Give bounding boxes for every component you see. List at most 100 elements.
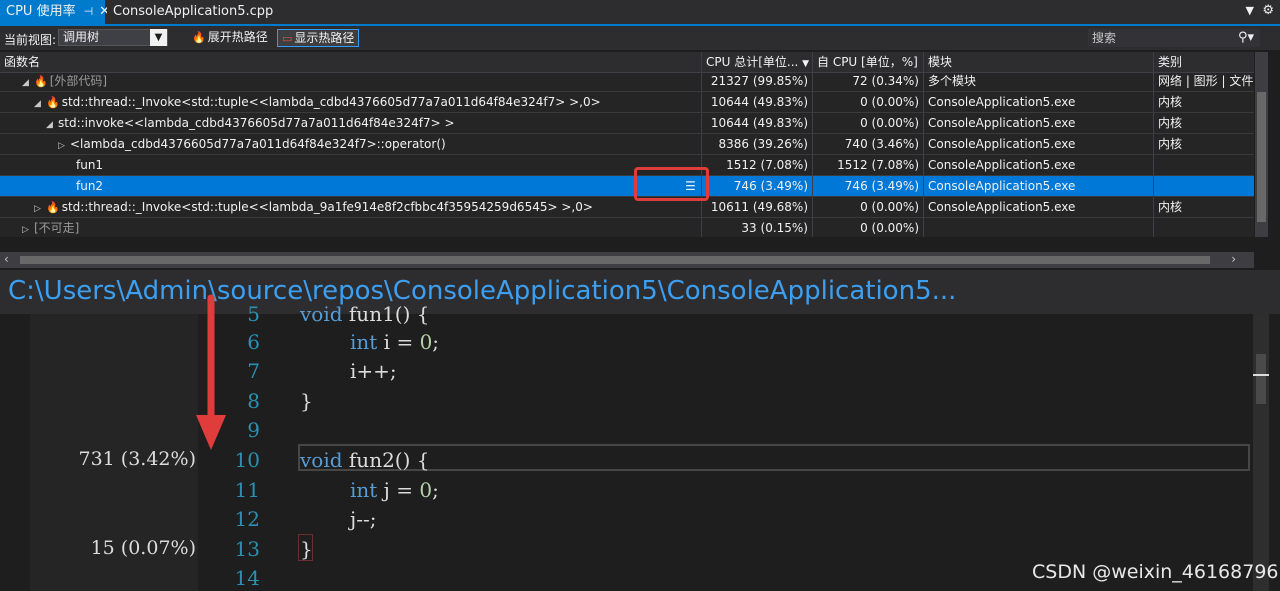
category	[1154, 176, 1254, 196]
current-view-select[interactable]: 调用树 ▼	[58, 29, 168, 46]
flame-icon: 🔥	[46, 96, 60, 109]
self-cpu: 0 (0.00%)	[813, 92, 924, 112]
sort-desc-icon: ▼	[802, 59, 810, 69]
cpu-total: 10644 (49.83%)	[702, 113, 813, 133]
current-line-highlight	[298, 444, 1250, 471]
scrollbar-marker	[1253, 374, 1269, 376]
category: 内核	[1158, 137, 1183, 151]
code-line: int i = 0;	[350, 330, 440, 354]
report-toolbar: 当前视图: 调用树 ▼ 🔥 展开热路径 ▭ 显示热路径 搜索 ⚲▾	[0, 26, 1280, 50]
document-tab-bar: CPU 使用率 ⊣ ✕ ConsoleApplication5.cpp ▼ ⚙	[0, 0, 1280, 26]
flame-icon: 🔥	[46, 201, 60, 214]
table-row[interactable]: ▷ 🔥 std::thread::_Invoke<std::tuple<<lambd…	[0, 197, 1254, 218]
line-number: 12	[234, 507, 260, 531]
table-row[interactable]: ◢ 🔥 [外部代码] 21327 (99.85%) 72 (0.34%) 多个模块 …	[0, 71, 1254, 92]
function-name: std::invoke<<lambda_cdbd4376605d77a7a011…	[58, 116, 455, 130]
scroll-left-icon[interactable]: ‹	[4, 252, 9, 266]
table-row[interactable]: ◢ std::invoke<<lambda_cdbd4376605d77a7a01…	[0, 113, 1254, 134]
code-line: void fun1() {	[300, 302, 430, 326]
flame-icon: 🔥	[34, 75, 48, 88]
function-name: <lambda_cdbd4376605d77a7a011d64f84e324f7…	[70, 137, 446, 151]
cpu-total: 21327 (99.85%)	[702, 71, 813, 91]
line-number: 14	[234, 566, 260, 590]
perf-margin: 731 (3.42%) 15 (0.07%)	[30, 314, 198, 591]
show-hot-path-button[interactable]: ▭ 显示热路径	[277, 29, 360, 47]
gear-icon[interactable]: ⚙	[1262, 3, 1274, 18]
scrollbar-thumb[interactable]	[20, 256, 1210, 264]
line-number: 11	[234, 478, 260, 502]
category: 内核	[1158, 200, 1183, 214]
table-row-selected[interactable]: fun2 ☰ 746 (3.49%) 746 (3.49%) ConsoleAp…	[0, 176, 1254, 197]
code-line: }	[300, 389, 313, 413]
scrollbar-thumb[interactable]	[1256, 354, 1266, 404]
tab-source-file[interactable]: ConsoleApplication5.cpp	[107, 0, 280, 24]
cpu-total: 10644 (49.83%)	[702, 92, 813, 112]
pin-icon[interactable]: ⊣	[84, 5, 94, 18]
header-function-name[interactable]: 函数名	[0, 52, 702, 72]
flame-icon: ▭	[282, 32, 293, 45]
function-name: [外部代码]	[49, 74, 108, 88]
code-line: int j = 0;	[350, 478, 439, 502]
table-row[interactable]: ▷ <lambda_cdbd4376605d77a7a011d64f84e324f…	[0, 134, 1254, 155]
code-line: }	[300, 537, 313, 561]
source-file-path[interactable]: C:\Users\Admin\source\repos\ConsoleAppli…	[8, 276, 956, 306]
table-row[interactable]: ▷ [不可走] 33 (0.15%) 0 (0.00%)	[0, 218, 1254, 237]
self-cpu: 0 (0.00%)	[813, 218, 924, 237]
function-name: fun2	[76, 179, 104, 193]
annotation-arrow-icon	[196, 294, 226, 450]
editor-vertical-scrollbar[interactable]	[1253, 314, 1269, 591]
search-icon[interactable]: ⚲▾	[1238, 29, 1254, 47]
tab-cpu-usage-label: CPU 使用率	[6, 4, 76, 19]
search-placeholder: 搜索	[1092, 31, 1117, 45]
module: ConsoleApplication5.exe	[924, 197, 1154, 217]
self-cpu: 0 (0.00%)	[813, 197, 924, 217]
header-self-cpu[interactable]: 自 CPU [单位，%]	[813, 52, 924, 72]
tab-list-dropdown-icon[interactable]: ▼	[1246, 4, 1254, 17]
module: ConsoleApplication5.exe	[924, 92, 1154, 112]
cpu-total: 33 (0.15%)	[702, 218, 813, 237]
scroll-right-icon[interactable]: ›	[1231, 252, 1236, 266]
module	[924, 218, 1154, 237]
module: ConsoleApplication5.exe	[924, 134, 1154, 154]
call-tree-grid: 函数名 CPU 总计[单位... ▼ 自 CPU [单位，%] 模块 类别 ◢ 🔥…	[0, 52, 1254, 237]
perf-annotation: 731 (3.42%)	[78, 448, 197, 470]
expand-hot-path-label: 展开热路径	[207, 30, 268, 44]
code-line: i++;	[350, 359, 397, 383]
flame-icon: 🔥	[192, 31, 206, 44]
expand-hot-path-button[interactable]: 🔥 展开热路径	[188, 29, 272, 47]
code-line: j--;	[350, 507, 377, 531]
function-name: std::thread::_Invoke<std::tuple<<lambda_…	[61, 200, 593, 214]
tab-source-file-label: ConsoleApplication5.cpp	[113, 4, 274, 19]
header-cpu-total[interactable]: CPU 总计[单位... ▼	[702, 52, 813, 72]
expand-arrow-icon[interactable]: ▷	[22, 220, 34, 237]
collapse-arrow-icon[interactable]: ◢	[22, 73, 34, 91]
grid-vertical-scrollbar[interactable]	[1255, 52, 1268, 237]
collapse-arrow-icon[interactable]: ◢	[34, 94, 46, 112]
cpu-total: 1512 (7.08%)	[702, 155, 813, 175]
table-row[interactable]: fun1 1512 (7.08%) 1512 (7.08%) ConsoleAp…	[0, 155, 1254, 176]
self-cpu: 746 (3.49%)	[813, 176, 924, 196]
module: ConsoleApplication5.exe	[924, 155, 1154, 175]
show-hot-path-label: 显示热路径	[294, 31, 355, 45]
table-row[interactable]: ◢ 🔥 std::thread::_Invoke<std::tuple<<lambd…	[0, 92, 1254, 113]
current-view-value: 调用树	[63, 30, 100, 44]
collapse-arrow-icon[interactable]: ◢	[46, 115, 58, 133]
expand-arrow-icon[interactable]: ▷	[34, 199, 46, 217]
cpu-total: 8386 (39.26%)	[702, 134, 813, 154]
category: 网络 | 图形 | 文件...	[1158, 74, 1254, 88]
self-cpu: 1512 (7.08%)	[813, 155, 924, 175]
perf-annotation: 15 (0.07%)	[90, 537, 196, 559]
category: 内核	[1158, 95, 1183, 109]
module: 多个模块	[924, 71, 1154, 91]
chevron-down-icon[interactable]: ▼	[150, 29, 167, 46]
line-number: 13	[234, 537, 260, 561]
scrollbar-thumb[interactable]	[1257, 92, 1266, 222]
expand-arrow-icon[interactable]: ▷	[58, 136, 70, 154]
header-module[interactable]: 模块	[924, 52, 1154, 72]
category	[1154, 218, 1254, 237]
search-input[interactable]: 搜索 ⚲▾	[1088, 29, 1260, 47]
tab-cpu-usage[interactable]: CPU 使用率 ⊣ ✕	[0, 0, 110, 24]
self-cpu: 0 (0.00%)	[813, 113, 924, 133]
header-category[interactable]: 类别	[1154, 52, 1254, 72]
grid-horizontal-scrollbar[interactable]: ‹ ›	[0, 252, 1254, 268]
